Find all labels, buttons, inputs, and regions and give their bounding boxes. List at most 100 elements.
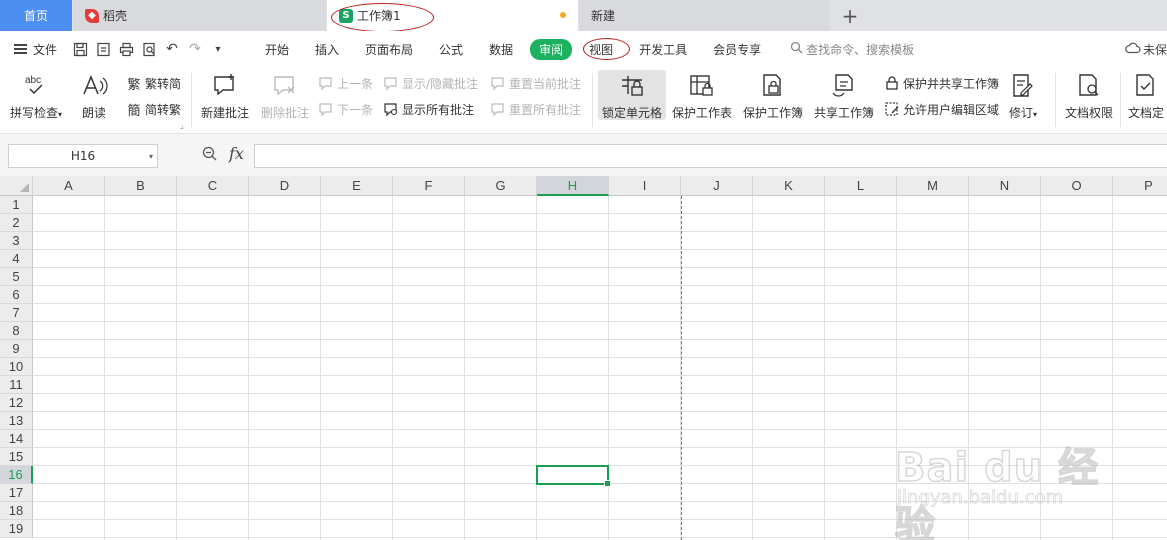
show-all-comments-button[interactable]: 显示所有批注 xyxy=(383,100,474,118)
simp-to-trad-button[interactable]: 簡 简转繁 xyxy=(126,100,181,119)
new-tab-button[interactable]: + xyxy=(836,0,864,31)
menu-tab-review[interactable]: 审阅 xyxy=(530,38,573,60)
column-header[interactable]: J xyxy=(681,176,753,196)
row-header[interactable]: 9 xyxy=(0,340,33,358)
print-preview-icon[interactable] xyxy=(141,42,157,57)
print-icon[interactable] xyxy=(118,42,134,57)
customize-dropdown-icon[interactable]: ▾ xyxy=(210,44,226,55)
new-comment-button[interactable]: 新建批注 xyxy=(201,67,249,121)
row-header[interactable]: 4 xyxy=(0,250,33,268)
cloud-status[interactable]: 未保 xyxy=(1125,31,1167,67)
grid-line xyxy=(33,375,1167,376)
read-aloud-icon xyxy=(80,72,108,100)
column-header[interactable]: B xyxy=(105,176,177,196)
redo-icon[interactable]: ↷ xyxy=(187,41,203,57)
column-header[interactable]: O xyxy=(1041,176,1113,196)
revise-button[interactable]: 修订▾ xyxy=(1009,67,1037,121)
row-header[interactable]: 12 xyxy=(0,394,33,412)
tab-home[interactable]: 首页 xyxy=(0,0,72,31)
command-search[interactable]: 查找命令、搜索模板 xyxy=(790,41,914,58)
formula-input[interactable] xyxy=(254,144,1167,168)
show-hide-comments-button[interactable]: 显示/隐藏批注 xyxy=(383,74,478,92)
edit-range-icon xyxy=(884,101,900,117)
active-cell[interactable] xyxy=(536,465,611,487)
reset-all-comments-button[interactable]: 重置所有批注 xyxy=(490,100,581,118)
unsaved-dot-icon xyxy=(560,12,566,18)
delete-comment-button[interactable]: 删除批注 xyxy=(261,67,309,121)
column-header[interactable]: E xyxy=(321,176,393,196)
protect-workbook-button[interactable]: 保护工作簿 xyxy=(743,67,803,121)
row-header[interactable]: 16 xyxy=(0,466,33,484)
column-header[interactable]: H xyxy=(537,176,609,196)
tab-daoke[interactable]: ◆ 稻壳 xyxy=(73,0,326,31)
group-launcher-icon[interactable]: ⌟ xyxy=(180,121,184,130)
menu-tab-formula[interactable]: 公式 xyxy=(426,41,476,58)
row-header[interactable]: 8 xyxy=(0,322,33,340)
doc-permission-icon xyxy=(1075,72,1103,100)
row-header[interactable]: 2 xyxy=(0,214,33,232)
menu-tab-developer[interactable]: 开发工具 xyxy=(626,41,700,58)
row-header[interactable]: 7 xyxy=(0,304,33,322)
lock-cell-label: 锁定单元格 xyxy=(601,106,662,120)
row-header[interactable]: 14 xyxy=(0,430,33,448)
insert-function-icon[interactable]: fx xyxy=(229,144,244,163)
allow-edit-ranges-button[interactable]: 允许用户编辑区域 xyxy=(884,100,999,118)
undo-icon[interactable]: ↶ xyxy=(164,41,180,57)
column-header[interactable]: K xyxy=(753,176,825,196)
column-header[interactable]: M xyxy=(897,176,969,196)
column-header[interactable]: L xyxy=(825,176,897,196)
name-box-dropdown-icon[interactable]: ▾ xyxy=(149,152,153,161)
next-item-button[interactable]: 下一条 xyxy=(318,100,373,118)
row-header[interactable]: 10 xyxy=(0,358,33,376)
spell-check-button[interactable]: abc 拼写检查▾ xyxy=(10,67,62,121)
row-header[interactable]: 13 xyxy=(0,412,33,430)
show-hide-comments-icon xyxy=(383,75,399,91)
save-icon[interactable] xyxy=(72,42,88,57)
share-workbook-button[interactable]: 共享工作簿 xyxy=(814,67,874,121)
column-header[interactable]: C xyxy=(177,176,249,196)
file-menu[interactable]: 文件 xyxy=(0,41,72,58)
column-header[interactable]: I xyxy=(609,176,681,196)
row-header[interactable]: 6 xyxy=(0,286,33,304)
row-header[interactable]: 1 xyxy=(0,196,33,214)
menu-tab-start[interactable]: 开始 xyxy=(252,41,302,58)
row-header[interactable]: 11 xyxy=(0,376,33,394)
tab-workbook[interactable]: S 工作簿1 xyxy=(327,0,578,31)
row-header[interactable]: 18 xyxy=(0,502,33,520)
column-header[interactable]: A xyxy=(33,176,105,196)
prev-item-button[interactable]: 上一条 xyxy=(318,74,373,92)
tab-new[interactable]: 新建 xyxy=(579,0,830,31)
row-header[interactable]: 15 xyxy=(0,448,33,466)
doc-permission-button[interactable]: 文档权限 xyxy=(1065,67,1113,121)
select-all-corner[interactable] xyxy=(0,176,33,196)
protect-sheet-icon xyxy=(688,72,716,100)
menu-tab-member[interactable]: 会员专享 xyxy=(700,41,774,58)
reset-current-comment-button[interactable]: 重置当前批注 xyxy=(490,74,581,92)
column-header[interactable]: F xyxy=(393,176,465,196)
column-header[interactable]: N xyxy=(969,176,1041,196)
menu-tab-data[interactable]: 数据 xyxy=(476,41,526,58)
row-header[interactable]: 19 xyxy=(0,520,33,538)
row-header[interactable]: 3 xyxy=(0,232,33,250)
spreadsheet-grid[interactable]: A B C D E F G H I J K L M N O P 1 2 3 4 5 6 7 8 9 10 11 12 13 14 15 16 1… xyxy=(0,176,1167,540)
protect-sheet-button[interactable]: 保护工作表 xyxy=(672,67,732,121)
protect-and-share-button[interactable]: 保护并共享工作簿 xyxy=(884,74,999,92)
read-aloud-button[interactable]: 朗读 xyxy=(80,67,108,121)
cloud-status-label: 未保 xyxy=(1142,42,1167,57)
column-header[interactable]: G xyxy=(465,176,537,196)
trad-to-simp-button[interactable]: 繁 繁转简 xyxy=(126,74,181,93)
doc-finalize-button[interactable]: 文档定 xyxy=(1128,67,1164,121)
delete-comment-label: 删除批注 xyxy=(261,106,310,120)
column-header[interactable]: P xyxy=(1113,176,1167,196)
menu-tab-insert[interactable]: 插入 xyxy=(302,41,352,58)
zoom-formula-icon[interactable] xyxy=(202,146,218,166)
row-header[interactable]: 17 xyxy=(0,484,33,502)
export-pdf-icon[interactable] xyxy=(95,42,111,57)
lock-cell-button[interactable]: 锁定单元格 xyxy=(598,70,666,120)
grid-line xyxy=(33,429,1167,430)
name-box[interactable]: H16 ▾ xyxy=(8,144,158,168)
column-header[interactable]: D xyxy=(249,176,321,196)
row-header[interactable]: 5 xyxy=(0,268,33,286)
menu-tab-view[interactable]: 视图 xyxy=(576,41,626,58)
menu-tab-page-layout[interactable]: 页面布局 xyxy=(352,41,426,58)
